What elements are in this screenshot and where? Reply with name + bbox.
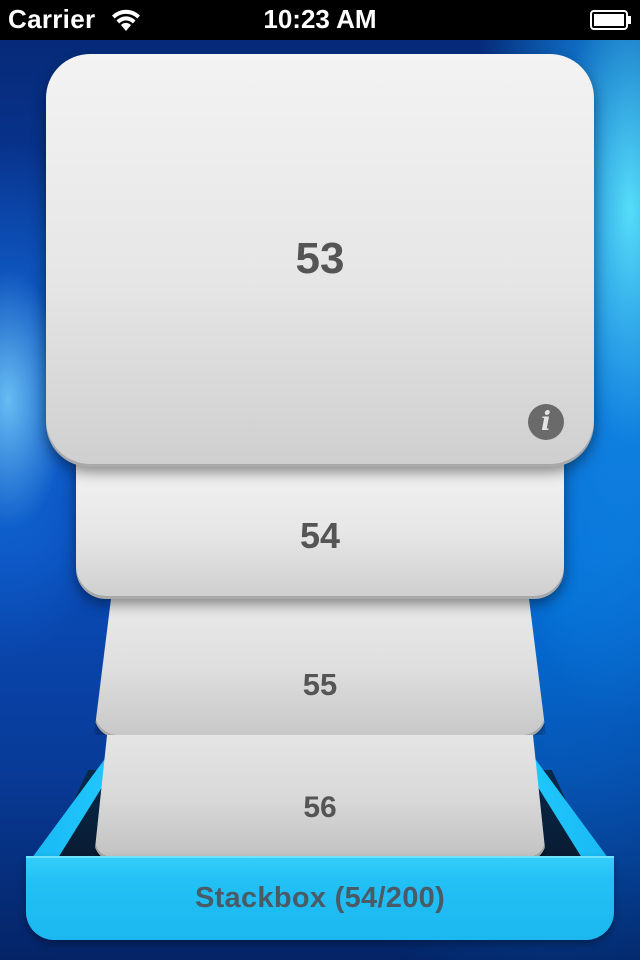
- status-time: 10:23 AM: [263, 4, 377, 34]
- stack-card-54[interactable]: 54: [76, 458, 564, 596]
- status-bar: Carrier 10:23 AM: [0, 0, 640, 40]
- stackbox-tray-front[interactable]: Stackbox (54/200): [26, 856, 614, 940]
- stackbox-counter-label: Stackbox (54/200): [194, 881, 446, 914]
- info-icon: i: [541, 407, 551, 437]
- battery-full-icon: [590, 10, 631, 30]
- info-button[interactable]: i: [528, 404, 564, 440]
- app-screen: Carrier 10:23 AM 56 55 54 53 i Stackbox …: [0, 0, 640, 960]
- stack-card-55[interactable]: 55: [94, 590, 546, 735]
- card-number: 53: [295, 234, 345, 283]
- stack-card-53-front[interactable]: 53 i: [46, 54, 594, 464]
- card-number: 54: [299, 515, 341, 556]
- stack-card-56[interactable]: 56: [94, 730, 546, 858]
- card-number: 55: [302, 666, 338, 702]
- card-number: 56: [303, 791, 337, 824]
